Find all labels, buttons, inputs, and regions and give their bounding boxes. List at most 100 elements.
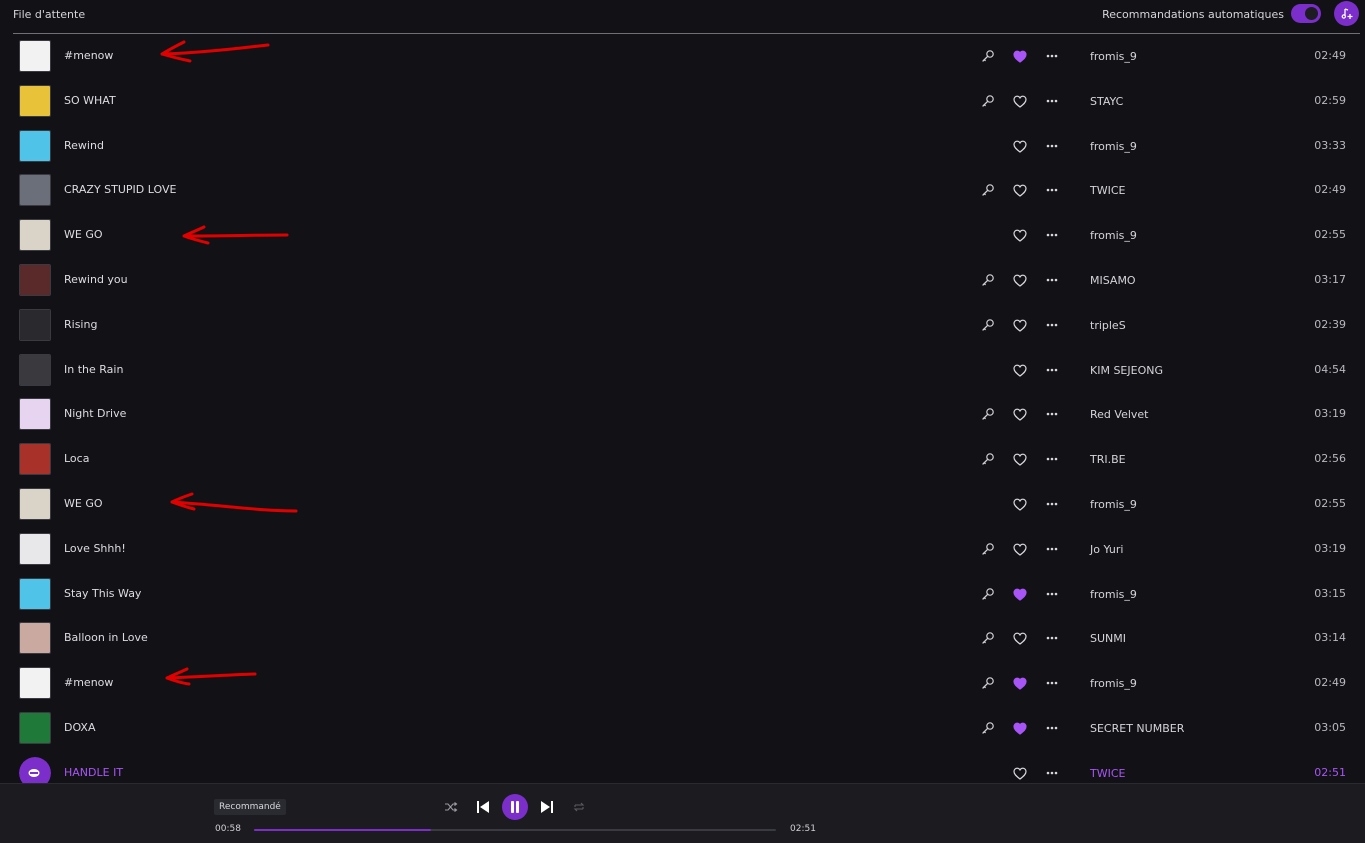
track-artist[interactable]: Red Velvet: [1090, 408, 1148, 421]
microphone-icon[interactable]: [981, 407, 995, 421]
heart-icon[interactable]: [1013, 184, 1027, 198]
heart-icon[interactable]: [1013, 95, 1027, 108]
heart-icon[interactable]: [1013, 767, 1027, 780]
more-dots-icon[interactable]: [1044, 183, 1060, 197]
track-artist[interactable]: SUNMI: [1090, 632, 1126, 645]
microphone-icon[interactable]: [981, 587, 995, 601]
track-artist[interactable]: TWICE: [1090, 767, 1125, 780]
track-duration: 02:56: [1314, 452, 1346, 466]
table-row[interactable]: In the Rain KIM SEJEONG 04:54: [0, 348, 1365, 393]
table-row[interactable]: CRAZY STUPID LOVE TWICE 02:49: [0, 168, 1365, 213]
track-artist[interactable]: SECRET NUMBER: [1090, 722, 1184, 735]
table-row[interactable]: HANDLE IT TWICE 02:51: [0, 751, 1365, 783]
heart-icon[interactable]: [1013, 677, 1027, 690]
heart-icon[interactable]: [1013, 588, 1027, 601]
table-row[interactable]: Rewind you MISAMO 03:17: [0, 258, 1365, 303]
more-dots-icon[interactable]: [1044, 363, 1060, 377]
page-title: File d'attente: [13, 8, 86, 21]
table-row[interactable]: DOXA SECRET NUMBER 03:05: [0, 706, 1365, 751]
track-artist[interactable]: fromis_9: [1090, 229, 1137, 242]
more-dots-icon[interactable]: [1044, 452, 1060, 466]
track-duration: 03:05: [1314, 720, 1346, 734]
previous-button[interactable]: [474, 798, 492, 816]
heart-icon[interactable]: [1013, 319, 1027, 332]
microphone-icon[interactable]: [981, 452, 995, 466]
track-artist[interactable]: fromis_9: [1090, 50, 1137, 63]
more-dots-icon[interactable]: [1044, 676, 1060, 690]
more-dots-icon[interactable]: [1044, 542, 1060, 556]
more-dots-icon[interactable]: [1044, 407, 1060, 421]
table-row[interactable]: WE GO fromis_9 02:55: [0, 482, 1365, 527]
microphone-icon[interactable]: [981, 676, 995, 690]
microphone-icon[interactable]: [981, 94, 995, 108]
table-row[interactable]: Balloon in Love SUNMI 03:14: [0, 616, 1365, 661]
heart-icon[interactable]: [1013, 632, 1027, 646]
track-duration: 02:49: [1314, 183, 1346, 197]
more-dots-icon[interactable]: [1044, 228, 1060, 242]
microphone-icon[interactable]: [981, 631, 995, 645]
album-cover: [19, 84, 51, 117]
track-duration: 03:14: [1314, 631, 1346, 645]
heart-icon[interactable]: [1013, 722, 1027, 735]
table-row[interactable]: Rewind fromis_9 03:33: [0, 124, 1365, 169]
more-dots-icon[interactable]: [1044, 631, 1060, 645]
table-row[interactable]: SO WHAT STAYC 02:59: [0, 79, 1365, 124]
microphone-icon[interactable]: [981, 49, 995, 63]
table-row[interactable]: Loca TRI.BE 02:56: [0, 437, 1365, 482]
track-artist[interactable]: TWICE: [1090, 184, 1125, 197]
album-cover: [19, 219, 51, 252]
pause-button[interactable]: [502, 794, 528, 820]
more-dots-icon[interactable]: [1044, 497, 1060, 511]
shuffle-button[interactable]: [442, 798, 460, 816]
heart-icon[interactable]: [1013, 408, 1027, 422]
add-to-queue-button[interactable]: [1334, 1, 1359, 26]
microphone-icon[interactable]: [981, 183, 995, 197]
heart-icon[interactable]: [1013, 543, 1027, 556]
track-artist[interactable]: MISAMO: [1090, 274, 1136, 287]
microphone-icon[interactable]: [981, 318, 995, 332]
more-dots-icon[interactable]: [1044, 273, 1060, 287]
table-row[interactable]: Night Drive Red Velvet 03:19: [0, 392, 1365, 437]
heart-icon[interactable]: [1013, 229, 1027, 242]
heart-icon[interactable]: [1013, 364, 1027, 377]
track-artist[interactable]: KIM SEJEONG: [1090, 364, 1163, 377]
microphone-icon[interactable]: [981, 273, 995, 287]
more-dots-icon[interactable]: [1044, 766, 1060, 780]
table-row[interactable]: Rising tripleS 02:39: [0, 303, 1365, 348]
track-artist[interactable]: fromis_9: [1090, 588, 1137, 601]
auto-reco-toggle[interactable]: [1291, 4, 1321, 23]
next-button[interactable]: [538, 798, 556, 816]
track-title: Night Drive: [64, 407, 127, 421]
more-dots-icon[interactable]: [1044, 587, 1060, 601]
table-row[interactable]: WE GO fromis_9 02:55: [0, 213, 1365, 258]
microphone-icon[interactable]: [981, 721, 995, 735]
track-artist[interactable]: fromis_9: [1090, 498, 1137, 511]
track-duration: 02:39: [1314, 317, 1346, 331]
shuffle-icon: [445, 802, 458, 812]
heart-icon[interactable]: [1013, 453, 1027, 466]
more-dots-icon[interactable]: [1044, 139, 1060, 153]
table-row[interactable]: Stay This Way fromis_9 03:15: [0, 572, 1365, 617]
table-row[interactable]: #menow fromis_9 02:49: [0, 34, 1365, 79]
track-artist[interactable]: STAYC: [1090, 95, 1123, 108]
track-duration: 02:55: [1314, 496, 1346, 510]
track-artist[interactable]: fromis_9: [1090, 140, 1137, 153]
track-artist[interactable]: fromis_9: [1090, 677, 1137, 690]
more-dots-icon[interactable]: [1044, 721, 1060, 735]
track-artist[interactable]: Jo Yuri: [1090, 543, 1123, 556]
heart-icon[interactable]: [1013, 50, 1027, 63]
progress-bar[interactable]: [254, 829, 776, 831]
table-row[interactable]: Love Shhh! Jo Yuri 03:19: [0, 527, 1365, 572]
track-artist[interactable]: tripleS: [1090, 319, 1126, 332]
recommended-badge: Recommandé: [214, 799, 286, 815]
heart-icon[interactable]: [1013, 140, 1027, 153]
more-dots-icon[interactable]: [1044, 49, 1060, 63]
table-row[interactable]: #menow fromis_9 02:49: [0, 661, 1365, 706]
microphone-icon[interactable]: [981, 542, 995, 556]
heart-icon[interactable]: [1013, 274, 1027, 287]
heart-icon[interactable]: [1013, 498, 1027, 511]
more-dots-icon[interactable]: [1044, 318, 1060, 332]
track-artist[interactable]: TRI.BE: [1090, 453, 1126, 466]
repeat-button[interactable]: [570, 798, 588, 816]
more-dots-icon[interactable]: [1044, 94, 1060, 108]
